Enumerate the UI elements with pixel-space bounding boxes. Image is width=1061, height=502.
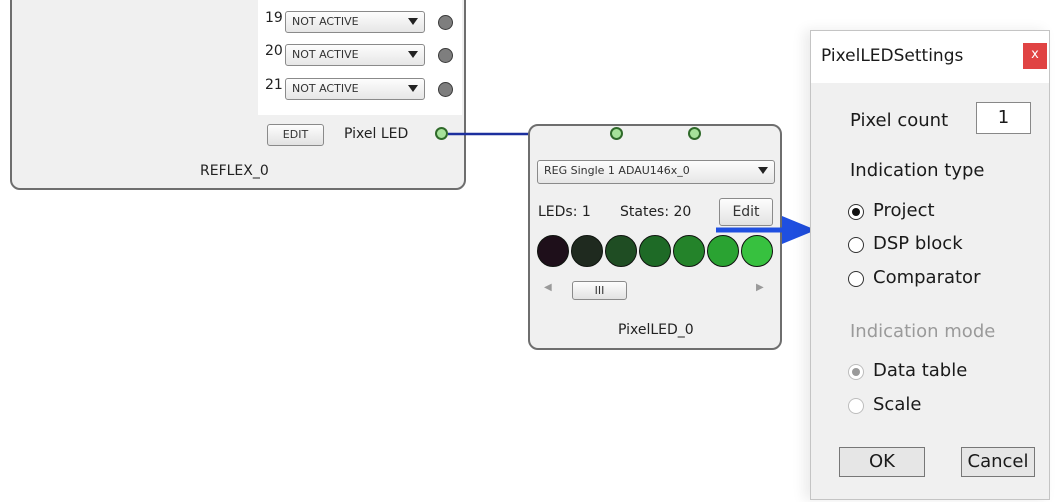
channel-number: 20 — [265, 43, 283, 59]
channel-select[interactable]: NOT ACTIVE — [285, 44, 425, 66]
dropdown-arrow-icon — [758, 167, 768, 174]
radio-comparator-label[interactable]: Comparator — [873, 267, 980, 288]
source-select-value: REG Single 1 ADAU146x_0 — [544, 164, 690, 177]
channel-select-value: NOT ACTIVE — [292, 48, 359, 61]
pixel-led-output-port[interactable] — [688, 127, 701, 140]
leds-count-text: LEDs: 1 — [538, 204, 591, 220]
dialog-title: PixelLEDSettings — [821, 46, 964, 66]
led-swatch — [639, 235, 671, 267]
dropdown-arrow-icon — [408, 51, 418, 58]
pixel-count-input[interactable]: 1 — [976, 102, 1031, 134]
radio-project[interactable] — [848, 204, 864, 220]
radio-dsp-block-label[interactable]: DSP block — [873, 233, 963, 254]
pixel-led-output-label: Pixel LED — [344, 126, 409, 142]
states-count-text: States: 20 — [620, 204, 692, 220]
radio-dsp-block[interactable] — [848, 237, 864, 253]
close-icon: x — [1031, 47, 1039, 62]
radio-data-table[interactable] — [848, 364, 864, 380]
led-swatch — [673, 235, 705, 267]
source-select[interactable]: REG Single 1 ADAU146x_0 — [537, 160, 775, 184]
channel-status-led — [438, 82, 453, 97]
channel-status-led — [438, 48, 453, 63]
scroll-thumb[interactable]: III — [572, 281, 627, 300]
scroll-right-icon[interactable]: ▶ — [756, 282, 764, 293]
close-button[interactable]: x — [1023, 43, 1047, 69]
indication-type-label: Indication type — [850, 160, 985, 181]
channel-select[interactable]: NOT ACTIVE — [285, 11, 425, 33]
radio-project-label[interactable]: Project — [873, 200, 935, 221]
pixel-led-block-name: PixelLED_0 — [618, 322, 694, 338]
radio-comparator[interactable] — [848, 271, 864, 287]
settings-dialog: PixelLEDSettings x Pixel count 1 Indicat… — [810, 30, 1050, 500]
channel-select-value: NOT ACTIVE — [292, 82, 359, 95]
pixel-count-label: Pixel count — [850, 110, 949, 131]
radio-data-table-label[interactable]: Data table — [873, 360, 967, 381]
radio-scale-label[interactable]: Scale — [873, 394, 921, 415]
cancel-button[interactable]: Cancel — [961, 447, 1035, 477]
reflex-block-name: REFLEX_0 — [200, 163, 269, 179]
radio-scale[interactable] — [848, 398, 864, 414]
pointer-arrow-icon — [716, 216, 816, 244]
reflex-edit-button[interactable]: EDIT — [267, 124, 324, 146]
pixel-led-input-port[interactable] — [610, 127, 623, 140]
dialog-title-bar[interactable]: PixelLEDSettings x — [811, 31, 1049, 83]
channel-number: 19 — [265, 10, 283, 26]
scroll-left-icon[interactable]: ◀ — [544, 282, 552, 293]
channel-select-value: NOT ACTIVE — [292, 15, 359, 28]
dropdown-arrow-icon — [408, 85, 418, 92]
ok-button[interactable]: OK — [839, 447, 925, 477]
led-swatch — [537, 235, 569, 267]
led-swatch — [605, 235, 637, 267]
dropdown-arrow-icon — [408, 18, 418, 25]
led-scrollbar[interactable]: ◀ III ▶ — [540, 281, 772, 301]
channel-number: 21 — [265, 77, 283, 93]
led-swatch — [571, 235, 603, 267]
channel-status-led — [438, 15, 453, 30]
channel-select[interactable]: NOT ACTIVE — [285, 78, 425, 100]
indication-mode-label: Indication mode — [850, 321, 996, 342]
